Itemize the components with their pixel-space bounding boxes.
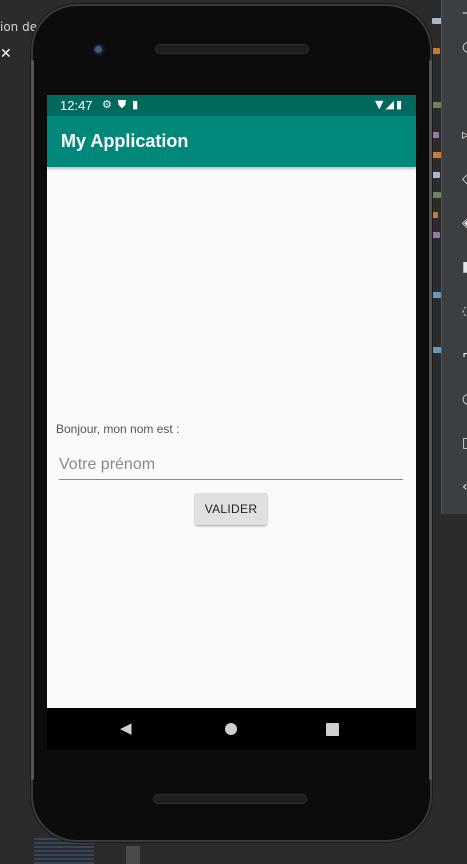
greeting-label: Bonjour, mon nom est : — [56, 422, 180, 436]
tool-icon[interactable]: ▹ — [462, 128, 467, 142]
front-camera-icon — [92, 43, 108, 59]
status-time: 12:47 — [60, 98, 93, 113]
tool-icon[interactable]: ◌ — [462, 304, 467, 318]
minimize-icon[interactable]: – — [462, 6, 467, 20]
ide-thumbnail — [126, 846, 140, 864]
tool-icon[interactable]: ○ — [462, 392, 467, 406]
tool-icon[interactable]: ▯ — [462, 436, 467, 450]
valider-button[interactable]: VALIDER — [195, 493, 267, 525]
recents-icon[interactable] — [326, 723, 339, 736]
status-bar: 12:47 ⚙⛊▮ ▼◢▮ — [47, 95, 416, 116]
signal-icon: ◢ — [385, 98, 396, 111]
ide-editor-text: ion de — [0, 20, 38, 34]
gear-icon: ⚙ — [102, 98, 118, 111]
home-icon[interactable] — [225, 723, 237, 735]
earpiece-speaker — [155, 44, 309, 54]
bottom-speaker — [153, 794, 307, 804]
status-system-icons: ▼◢▮ — [375, 98, 404, 111]
ide-tool-strip: – ◔ ▝ ▹ ◇ ◈ ▮ ◌ ⌐ ○ ▯ ‹ — [441, 0, 467, 514]
tool-icon[interactable]: ◔ — [462, 40, 467, 54]
app-title: My Application — [61, 131, 189, 151]
tool-icon[interactable]: ⌐ — [462, 348, 467, 362]
tool-icon[interactable]: ◈ — [462, 216, 467, 230]
shield-icon: ⛊ — [117, 98, 133, 111]
first-name-input[interactable] — [59, 451, 403, 480]
tool-icon[interactable]: ▝ — [462, 84, 467, 98]
status-notification-icons: ⚙⛊▮ — [102, 98, 144, 112]
sd-card-icon: ▮ — [132, 98, 145, 111]
device-screen: 12:47 ⚙⛊▮ ▼◢▮ My Application Bonjour, mo… — [47, 95, 416, 708]
ide-close-icon[interactable]: ✕ — [0, 46, 12, 62]
app-bar: My Application — [47, 116, 416, 167]
tool-icon[interactable]: ◇ — [462, 172, 467, 186]
battery-icon: ▮ — [395, 98, 404, 111]
phone-edge — [429, 60, 432, 780]
navigation-bar: ◀ — [47, 708, 416, 750]
tool-icon[interactable]: ▮ — [462, 260, 467, 274]
wifi-icon: ▼ — [375, 98, 386, 111]
phone-edge — [31, 60, 34, 780]
tool-icon[interactable]: ‹ — [462, 480, 467, 494]
back-icon[interactable]: ◀ — [120, 721, 132, 736]
